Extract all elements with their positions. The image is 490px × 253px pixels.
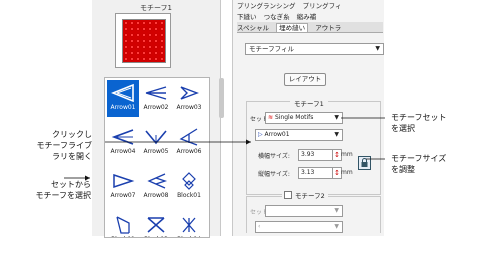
motif-arrow07-icon (113, 173, 135, 189)
motif-tile-label: Arrow06 (176, 148, 202, 155)
motif-arrow08-icon (147, 173, 168, 189)
motif-block01-icon (116, 216, 130, 234)
motif-set-icon: ≋ (268, 114, 275, 121)
motif-block01-icon (182, 172, 196, 190)
height-input[interactable]: 3.13 ↕ (298, 167, 342, 179)
motif-tile-label: Block03 (138, 236, 174, 237)
motif-arrow05-icon (145, 130, 167, 145)
width-value: 3.93 (301, 151, 315, 158)
tab-outline[interactable]: アウトラ (315, 24, 341, 32)
callout-select-from-set: セットから モチーフを選択 (3, 179, 91, 201)
callout-select-set: モチーフセット を選択 (391, 112, 490, 134)
tab-pull-compensation[interactable]: プリングランシング (237, 2, 296, 10)
chevron-down-icon: ▼ (375, 45, 380, 52)
chevron-left-icon: ‹ (258, 223, 261, 230)
width-input[interactable]: 3.93 ↕ (298, 149, 342, 161)
motif-value: Arrow01 (264, 131, 290, 138)
tab-pull-fill[interactable]: プリングフィ (303, 2, 342, 10)
motif-set-select[interactable]: ≋ Single Motifs ▼ (265, 112, 343, 124)
tab-special[interactable]: スペシャル (237, 24, 269, 32)
motif-tile-block03-10[interactable]: Block03 (138, 212, 174, 237)
tab-connector[interactable]: つなぎ糸 (264, 13, 290, 21)
motif-tile-label: Arrow07 (110, 192, 136, 199)
height-label: 縦幅サイズ: (258, 171, 290, 178)
motif2-set-select[interactable]: ▼ (265, 205, 343, 217)
height-unit: mm (341, 169, 353, 176)
tab-row-2[interactable]: 下縫い つなぎ糸 縮み補 (237, 11, 383, 21)
fill-type-select[interactable]: モチーフフィル ▼ (245, 43, 384, 55)
callout-adjust-size-text: モチーフサイズ を調整 (391, 154, 447, 174)
tab-row-3[interactable]: スペシャル 埋め縫い アウトラ (237, 22, 383, 33)
motif-block04-icon (182, 217, 196, 233)
motif-library-panel: モチーフ1 Arrow01 Arrow02 Arrow03 Arrow04 Arrow0… (92, 0, 221, 238)
tab-fill[interactable]: 埋め縫い (276, 23, 309, 32)
layout-button[interactable]: レイアウト (284, 73, 326, 86)
preview-label: モチーフ1 (139, 4, 173, 12)
motif-tile-label: Arrow03 (176, 104, 202, 111)
motif-select[interactable]: ▷ Arrow01 ▼ (255, 129, 343, 141)
motif-block03-icon (147, 217, 165, 233)
motif-tile-arrow02-1[interactable]: Arrow02 (140, 80, 172, 117)
motif-arrow02-icon (145, 86, 167, 100)
motif-tile-arrow07-6[interactable]: Arrow07 (107, 168, 139, 205)
motif-tile-arrow08-7[interactable]: Arrow08 (140, 168, 172, 205)
motif-tile-arrow04-3[interactable]: Arrow04 (107, 124, 139, 161)
motif2-label: モチーフ2 (295, 192, 325, 200)
motif-tile-block04-11[interactable]: Block04 (171, 212, 207, 237)
height-value: 3.13 (301, 169, 315, 176)
chevron-down-icon: ▼ (334, 131, 339, 138)
motif-tile-label: Block04 (171, 236, 207, 237)
callout-select-set-text: モチーフセット を選択 (391, 113, 447, 133)
motif-tile-label: Arrow08 (143, 192, 169, 199)
width-spinner[interactable]: ↕ (332, 150, 341, 160)
callout-open-library: クリックし モチーフライブ ラリを開く (0, 129, 92, 162)
callout-select-from-set-text: セットから モチーフを選択 (35, 180, 91, 200)
motif-tile-block01-9[interactable]: Block01 (105, 212, 141, 237)
grid-scrollbar[interactable] (219, 78, 224, 118)
chevron-down-icon: ▼ (334, 114, 339, 121)
motif-tile-label: Arrow04 (110, 148, 136, 155)
chevron-down-icon: ▼ (334, 207, 339, 214)
lock-glyph (361, 158, 368, 167)
tab-row-1[interactable]: プリングランシング プリングフィ (237, 0, 383, 10)
motif-tile-label: Arrow05 (143, 148, 169, 155)
callout-open-library-text: クリックし モチーフライブ ラリを開く (36, 130, 92, 161)
motif-tile-label: Block01 (177, 192, 201, 199)
motif-preview-image (122, 19, 166, 63)
motif-tile-arrow06-5[interactable]: Arrow06 (173, 124, 205, 161)
motif-tile-label: Arrow01 (110, 104, 136, 111)
width-label: 横幅サイズ: (258, 153, 290, 160)
motif-arrow04-icon (111, 129, 134, 145)
motif-preview (115, 13, 171, 68)
motif-tile-label: Block01 (105, 236, 141, 237)
motif-tile-arrow05-4[interactable]: Arrow05 (140, 124, 172, 161)
motif2-checkbox[interactable] (284, 191, 292, 199)
width-unit: mm (341, 151, 353, 158)
motif-arrow03-icon (180, 86, 199, 100)
callout-adjust-size: モチーフサイズ を調整 (391, 153, 490, 175)
tab-underlay[interactable]: 下縫い (237, 13, 257, 21)
motif-tile-arrow03-2[interactable]: Arrow03 (173, 80, 205, 117)
motif-arrow01-icon (111, 83, 134, 103)
tab-shrink[interactable]: 縮み補 (297, 13, 317, 21)
chevron-down-icon: ▼ (334, 223, 339, 230)
motif-grid[interactable]: Arrow01 Arrow02 Arrow03 Arrow04 Arrow05 Arrow… (104, 77, 210, 238)
motif-arrow06-icon (179, 128, 198, 146)
fill-type-value: モチーフフィル (249, 45, 294, 53)
motif-tile-arrow01-0[interactable]: Arrow01 (107, 80, 139, 117)
lock-icon[interactable] (358, 156, 371, 170)
motif-set-value: Single Motifs (274, 114, 314, 121)
motif-tile-block01-8[interactable]: Block01 (173, 168, 205, 205)
motif1-title: モチーフ1 (290, 98, 328, 108)
motif-tile-label: Arrow02 (143, 104, 169, 111)
motif2-motif-select[interactable]: ‹ ▼ (255, 221, 343, 233)
height-spinner[interactable]: ↕ (332, 168, 341, 178)
